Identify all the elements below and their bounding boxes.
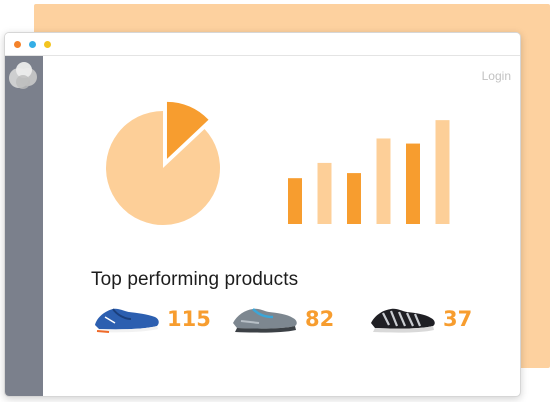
black-running-shoe-icon (371, 308, 435, 333)
bar (406, 143, 420, 224)
bar (376, 138, 391, 224)
section-title: Top performing products (91, 269, 299, 290)
product-count: 115 (167, 307, 211, 331)
bar (435, 120, 450, 224)
blue-running-shoe-icon (95, 308, 159, 333)
bar (288, 178, 302, 224)
grey-running-shoe-icon (233, 308, 297, 333)
browser-window: Login Top performing products 115 82 37 (4, 32, 521, 397)
product-count: 82 (305, 307, 335, 331)
charts-area (105, 101, 450, 226)
bar (347, 173, 361, 224)
pie-slice (105, 111, 220, 226)
product-count: 37 (443, 307, 473, 331)
bar (317, 162, 332, 224)
